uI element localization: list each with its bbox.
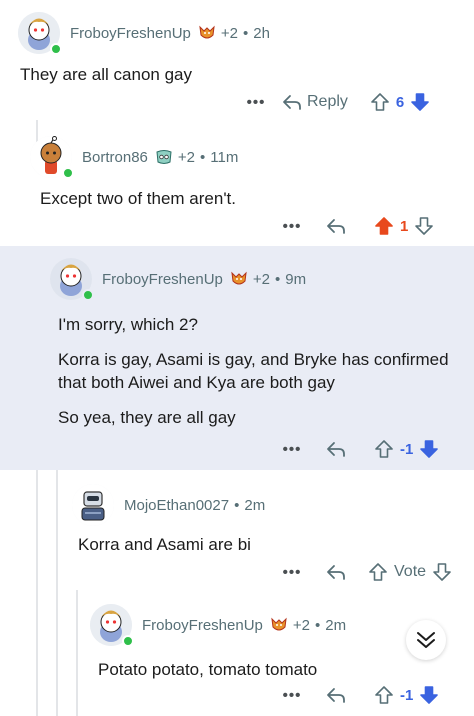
downvote-button[interactable] xyxy=(419,439,439,459)
comment-actions: ••• Reply 6 xyxy=(244,87,430,117)
downvote-arrow-icon xyxy=(415,217,434,235)
timestamp: 2m xyxy=(325,616,347,634)
reply-arrow-icon xyxy=(327,219,345,234)
separator-dot: • xyxy=(275,270,281,288)
more-options-button[interactable]: ••• xyxy=(280,441,304,458)
separator-dot: • xyxy=(243,24,249,42)
comment-actions: ••• -1 xyxy=(280,434,439,464)
vote-score: 6 xyxy=(395,93,405,111)
comment-body: Except two of them aren't. xyxy=(40,189,237,208)
timestamp: 2h xyxy=(253,24,270,42)
reply-arrow-icon xyxy=(327,442,345,457)
comment: MojoEthan0027 • 2m Korra and Asami are b… xyxy=(0,470,474,588)
comment-body: Korra and Asami are bi xyxy=(78,535,251,554)
more-options-button[interactable]: ••• xyxy=(244,94,268,111)
avatar[interactable] xyxy=(30,136,74,179)
timestamp: 9m xyxy=(285,270,307,288)
upvote-arrow-icon xyxy=(375,440,393,458)
comment: FroboyFreshenUp +2 • 2m Potato potato, t… xyxy=(0,588,474,716)
separator-dot: • xyxy=(234,496,240,514)
timestamp: 2m xyxy=(244,496,266,514)
comment-body: Potato potato, tomato tomato xyxy=(98,660,318,679)
comment-header: FroboyFreshenUp +2 • 2h xyxy=(18,12,270,55)
comment-actions: ••• 1 xyxy=(280,211,434,241)
separator-dot: • xyxy=(315,616,321,634)
robot-avatar-icon xyxy=(72,484,114,526)
reply-button[interactable] xyxy=(326,440,346,458)
flair-count: +2 xyxy=(252,270,270,288)
avatar[interactable] xyxy=(18,12,62,55)
comment: Bortron86 +2 • 11m Except two of them ar… xyxy=(0,122,474,246)
upvote-arrow-icon xyxy=(369,563,387,581)
downvote-button[interactable] xyxy=(419,685,439,705)
avatar[interactable] xyxy=(50,258,94,301)
flair-count: +2 xyxy=(292,616,310,634)
reply-arrow-icon xyxy=(327,688,345,703)
timestamp: 11m xyxy=(210,148,239,166)
comment-actions: ••• -1 xyxy=(280,680,439,710)
more-options-button[interactable]: ••• xyxy=(280,687,304,704)
upvote-arrow-icon xyxy=(375,686,393,704)
reply-button[interactable] xyxy=(326,217,346,235)
avatar[interactable] xyxy=(90,604,134,647)
comment-header: MojoEthan0027 • 2m xyxy=(72,484,265,526)
downvote-arrow-icon xyxy=(420,686,439,704)
separator-dot: • xyxy=(199,148,206,166)
comment-header: FroboyFreshenUp +2 • 9m xyxy=(50,258,307,301)
comment-header: Bortron86 +2 • 11m xyxy=(30,136,239,179)
comment-actions: ••• Vote xyxy=(280,557,452,587)
vote-score: -1 xyxy=(400,686,414,704)
username[interactable]: FroboyFreshenUp xyxy=(142,617,263,634)
upvote-button[interactable] xyxy=(374,685,394,705)
double-chevron-down-icon xyxy=(417,632,435,648)
username[interactable]: Bortron86 xyxy=(82,149,148,166)
comment-body: They are all canon gay xyxy=(20,65,192,84)
upvote-arrow-icon xyxy=(371,93,389,111)
flair-count: +2 xyxy=(220,24,238,42)
downvote-arrow-icon xyxy=(433,563,451,581)
downvote-button[interactable] xyxy=(414,216,434,236)
online-status-dot xyxy=(50,43,62,55)
downvote-arrow-icon xyxy=(420,440,439,458)
vote-score: 1 xyxy=(400,217,409,235)
online-status-dot xyxy=(122,635,134,647)
more-options-button[interactable]: ••• xyxy=(280,218,304,235)
reply-label: Reply xyxy=(307,93,348,110)
comment-body: I'm sorry, which 2? Korra is gay, Asami … xyxy=(58,315,449,427)
downvote-button[interactable] xyxy=(432,562,452,582)
downvote-arrow-icon xyxy=(411,93,430,111)
online-status-dot xyxy=(62,167,74,179)
comment-header: FroboyFreshenUp +2 • 2m xyxy=(90,604,347,647)
vote-label: Vote xyxy=(394,563,427,580)
upvote-button[interactable] xyxy=(374,216,394,236)
reply-button[interactable] xyxy=(326,563,346,581)
online-status-dot xyxy=(82,289,94,301)
upvote-arrow-icon xyxy=(375,217,393,235)
reply-arrow-icon xyxy=(283,95,301,110)
comment-highlighted: FroboyFreshenUp +2 • 9m I'm sorry, which… xyxy=(0,246,474,470)
reply-arrow-icon xyxy=(327,565,345,580)
username[interactable]: FroboyFreshenUp xyxy=(70,25,191,42)
eyes-flair-icon xyxy=(156,150,172,164)
wolf-flair-icon xyxy=(231,271,247,285)
flair-count: +2 xyxy=(177,148,195,166)
reply-button[interactable] xyxy=(326,686,346,704)
comment: FroboyFreshenUp +2 • 2h They are all can… xyxy=(0,0,474,122)
upvote-button[interactable] xyxy=(370,92,390,112)
collapse-thread-button[interactable] xyxy=(406,620,446,660)
reply-button[interactable]: Reply xyxy=(282,93,348,111)
more-options-button[interactable]: ••• xyxy=(280,564,304,581)
avatar[interactable] xyxy=(72,484,114,526)
upvote-button[interactable] xyxy=(368,562,388,582)
wolf-flair-icon xyxy=(199,25,215,39)
vote-score: -1 xyxy=(400,440,414,458)
downvote-button[interactable] xyxy=(410,92,430,112)
username[interactable]: FroboyFreshenUp xyxy=(102,271,223,288)
wolf-flair-icon xyxy=(271,617,287,631)
upvote-button[interactable] xyxy=(374,439,394,459)
username[interactable]: MojoEthan0027 xyxy=(124,497,229,514)
